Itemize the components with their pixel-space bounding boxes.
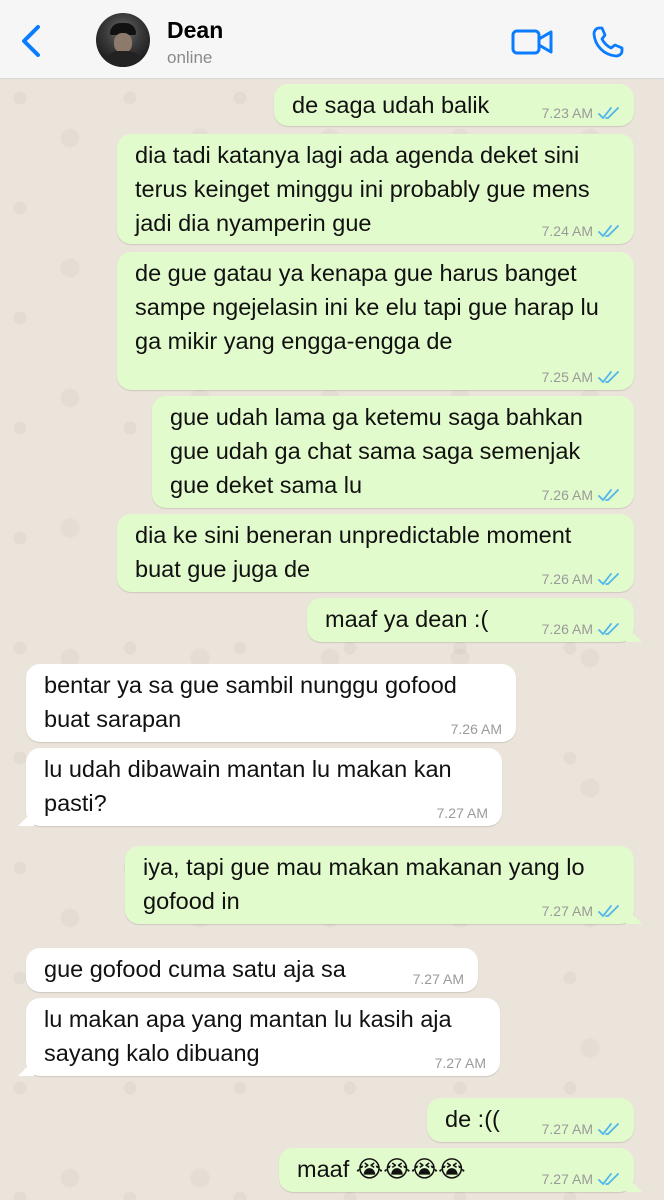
contact-name[interactable]: Dean	[167, 17, 223, 44]
message-bubble-outgoing[interactable]: de saga udah balik 7.23 AM	[274, 84, 634, 126]
message-bubble-incoming[interactable]: lu makan apa yang mantan lu kasih aja sa…	[26, 998, 500, 1076]
double-check-icon	[598, 371, 619, 384]
message-bubble-outgoing[interactable]: maaf ya dean :( 7.26 AM	[307, 598, 634, 642]
double-check-icon	[598, 905, 619, 918]
double-check-icon	[598, 225, 619, 238]
message-time: 7.27 AM	[412, 971, 464, 987]
message-bubble-incoming[interactable]: bentar ya sa gue sambil nunggu gofood bu…	[26, 664, 516, 742]
double-check-icon	[598, 1173, 619, 1186]
message-bubble-incoming[interactable]: lu udah dibawain mantan lu makan kan pas…	[26, 748, 502, 826]
double-check-icon	[598, 623, 619, 636]
message-text: lu makan apa yang mantan lu kasih aja sa…	[44, 1006, 459, 1066]
message-bubble-incoming[interactable]: gue gofood cuma satu aja sa 7.27 AM	[26, 948, 478, 992]
message-bubble-outgoing[interactable]: de :(( 7.27 AM	[427, 1098, 634, 1142]
message-time: 7.26 AM	[541, 487, 593, 503]
contact-status: online	[167, 48, 213, 67]
message-text: bentar ya sa gue sambil nunggu gofood bu…	[44, 672, 464, 732]
message-bubble-outgoing[interactable]: dia ke sini beneran unpredictable moment…	[117, 514, 634, 592]
message-text: gue gofood cuma satu aja sa	[44, 956, 346, 982]
message-bubble-outgoing[interactable]: iya, tapi gue mau makan makanan yang lo …	[125, 846, 634, 924]
message-text: de gue gatau ya kenapa gue harus banget …	[135, 260, 606, 354]
message-bubble-outgoing[interactable]: de gue gatau ya kenapa gue harus banget …	[117, 252, 634, 390]
message-time: 7.24 AM	[541, 223, 593, 239]
message-time: 7.25 AM	[541, 369, 593, 385]
message-time: 7.26 AM	[541, 571, 593, 587]
double-check-icon	[598, 489, 619, 502]
message-time: 7.27 AM	[541, 1121, 593, 1137]
message-time: 7.27 AM	[541, 903, 593, 919]
message-time: 7.26 AM	[450, 721, 502, 737]
message-time: 7.27 AM	[434, 1055, 486, 1071]
phone-icon[interactable]	[590, 24, 626, 60]
message-time: 7.23 AM	[541, 105, 593, 121]
double-check-icon	[598, 573, 619, 586]
message-bubble-outgoing[interactable]: maaf 😭😭😭😭 7.27 AM	[279, 1148, 634, 1192]
message-bubble-outgoing[interactable]: dia tadi katanya lagi ada agenda deket s…	[117, 134, 634, 244]
video-camera-icon[interactable]	[510, 26, 554, 58]
message-time: 7.27 AM	[541, 1171, 593, 1187]
message-time: 7.27 AM	[436, 805, 488, 821]
message-text: lu udah dibawain mantan lu makan kan pas…	[44, 756, 459, 816]
chat-header: Dean online	[0, 0, 664, 79]
double-check-icon	[598, 1123, 619, 1136]
message-bubble-outgoing[interactable]: gue udah lama ga ketemu saga bahkan gue …	[152, 396, 634, 508]
double-check-icon	[598, 107, 619, 120]
avatar[interactable]	[96, 13, 150, 67]
message-time: 7.26 AM	[541, 621, 593, 637]
chevron-left-icon[interactable]	[16, 24, 46, 58]
